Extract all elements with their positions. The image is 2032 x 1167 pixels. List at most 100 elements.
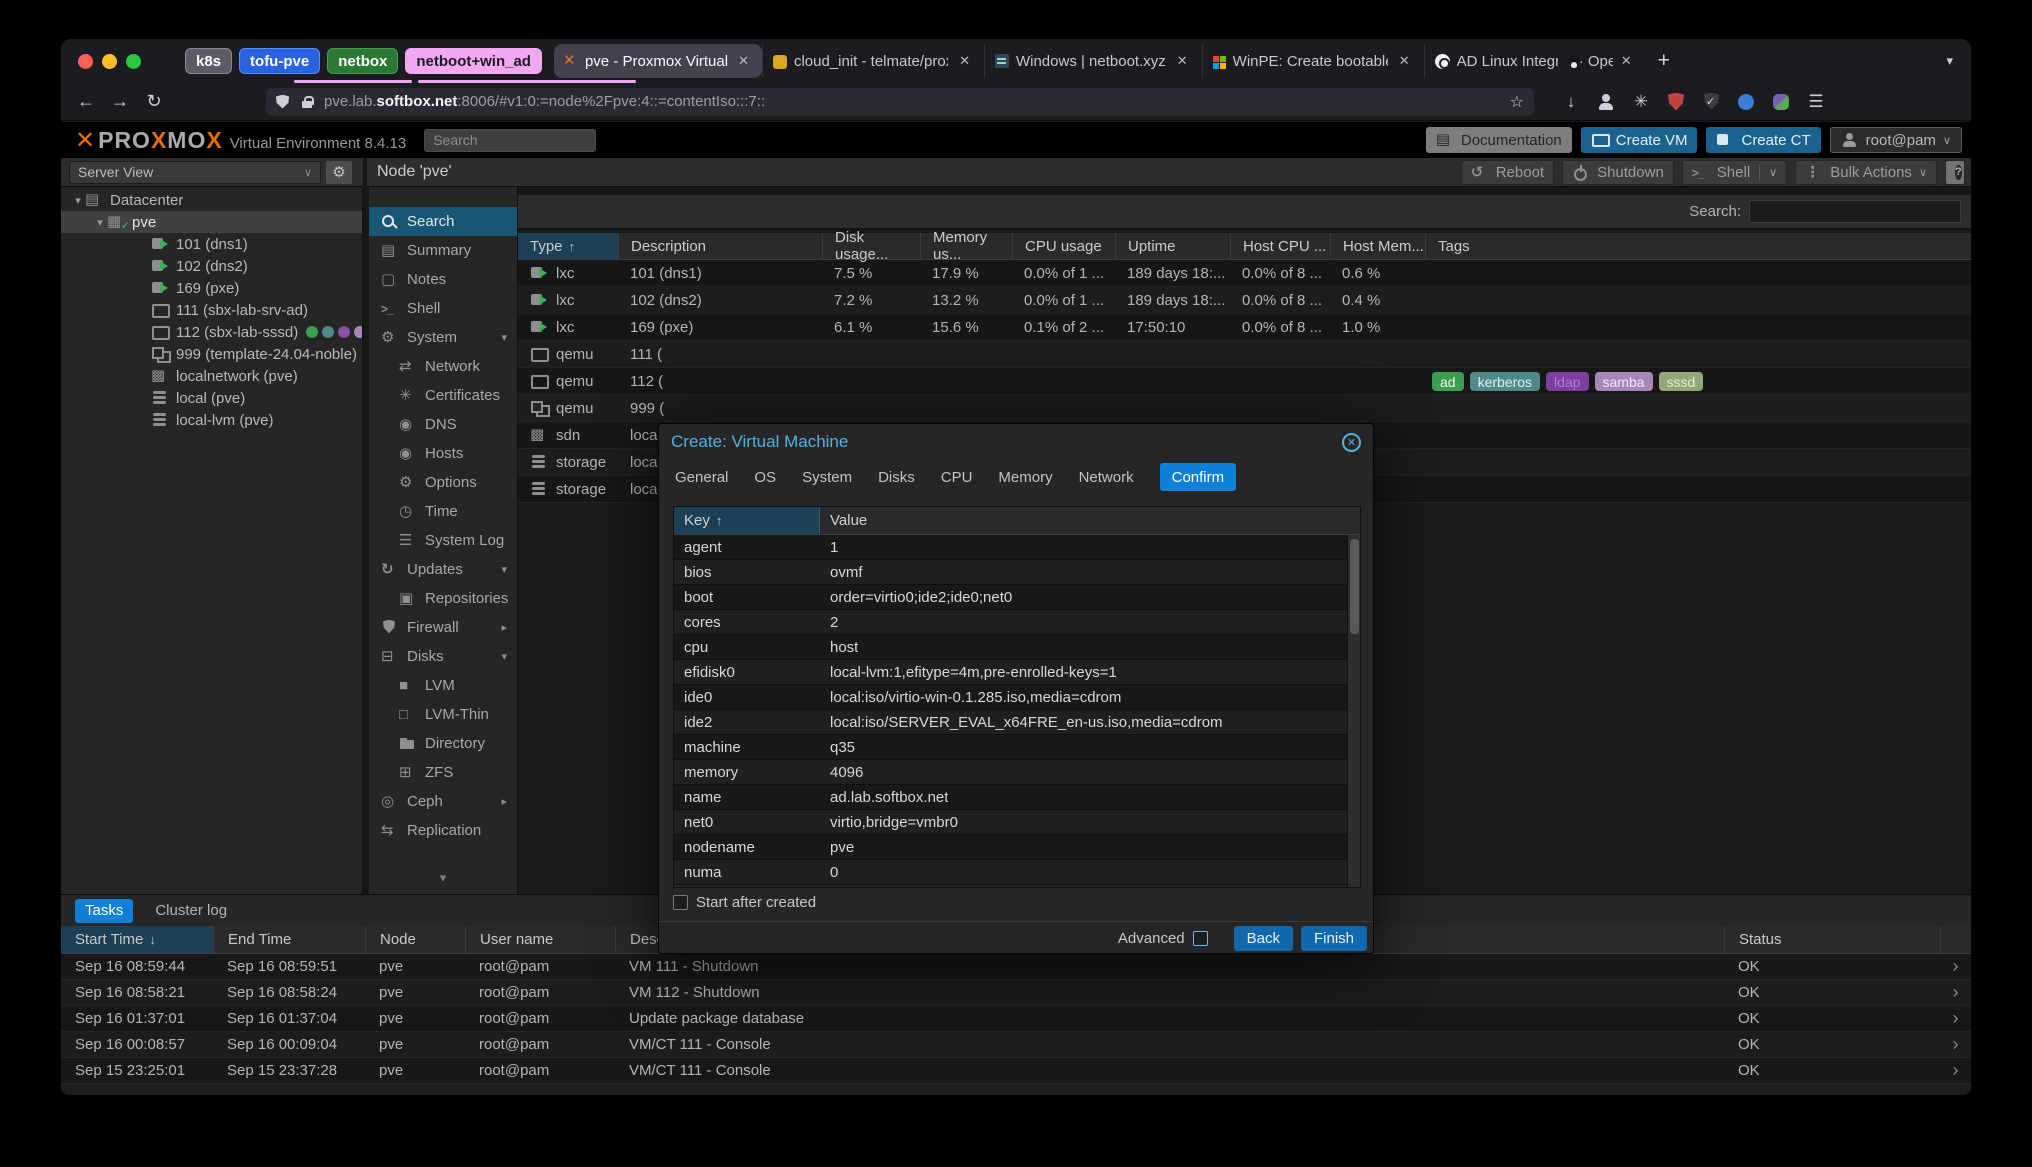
setting-row[interactable]: net0 virtio,bridge=vmbr0 [674, 810, 1348, 835]
nav-expand-icon[interactable]: ▾ [501, 563, 507, 576]
setting-row[interactable]: cpu host [674, 635, 1348, 660]
tab-group-pill[interactable]: netbox [327, 48, 398, 74]
task-expand-chevron-icon[interactable]: › [1940, 956, 1971, 977]
nav-item[interactable]: Certificates [369, 381, 517, 410]
column-header-node[interactable]: Node [365, 926, 465, 953]
nav-item[interactable]: Directory [369, 729, 517, 758]
finish-button[interactable]: Finish [1301, 926, 1367, 951]
minimize-window-button[interactable] [102, 54, 117, 69]
tree-item[interactable]: ▾ pve [61, 211, 362, 233]
task-row[interactable]: Sep 16 00:08:57 Sep 16 00:09:04 pve root… [61, 1032, 1971, 1058]
nav-item[interactable]: Updates ▾ [369, 555, 517, 584]
task-row[interactable]: Sep 16 08:59:44 Sep 16 08:59:51 pve root… [61, 954, 1971, 980]
dialog-title-bar[interactable]: Create: Virtual Machine ✕ [659, 424, 1373, 460]
nav-item[interactable]: DNS [369, 410, 517, 439]
tree-item[interactable]: 112 (sbx-lab-sssd) [61, 321, 362, 343]
close-tab-icon[interactable]: ✕ [1395, 51, 1414, 71]
nav-item[interactable]: Network [369, 352, 517, 381]
task-expand-chevron-icon[interactable]: › [1940, 982, 1971, 1003]
documentation-button[interactable]: Documentation [1426, 127, 1572, 153]
reload-icon[interactable]: ↻ [137, 91, 171, 112]
setting-row[interactable]: nodename pve [674, 835, 1348, 860]
tracking-protection-shield-icon[interactable] [276, 94, 290, 110]
column-header-host-mem[interactable]: Host Mem... [1330, 233, 1425, 259]
tab-group-pill[interactable]: tofu-pve [239, 48, 320, 74]
tab-cluster-log[interactable]: Cluster log [145, 899, 237, 923]
start-after-created-checkbox[interactable] [673, 895, 688, 910]
column-header-tags[interactable]: Tags [1425, 233, 1971, 259]
forward-icon[interactable]: → [103, 91, 137, 112]
column-header-type[interactable]: Type↑ [518, 233, 618, 259]
wizard-tab[interactable]: General [675, 463, 728, 491]
setting-row[interactable]: name ad.lab.softbox.net [674, 785, 1348, 810]
zoom-window-button[interactable] [126, 54, 141, 69]
browser-tab[interactable]: Windows | netboot.xyz ✕ [984, 44, 1202, 78]
create-ct-button[interactable]: Create CT [1706, 127, 1820, 153]
task-expand-chevron-icon[interactable]: › [1940, 1008, 1971, 1029]
column-header-user-name[interactable]: User name [465, 926, 615, 953]
wizard-tab[interactable]: Disks [878, 463, 915, 491]
setting-row[interactable]: machine q35 [674, 735, 1348, 760]
reboot-button[interactable]: Reboot [1461, 160, 1554, 185]
content-search-input[interactable] [1749, 200, 1961, 223]
nav-item[interactable]: Firewall ▸ [369, 613, 517, 642]
table-row[interactable]: qemu 999 ( [518, 395, 1971, 422]
menu-icon[interactable]: ☰ [1805, 91, 1827, 113]
tree-item[interactable]: local-lvm (pve) [61, 409, 362, 431]
ghostery-icon[interactable] [1770, 91, 1792, 113]
column-header-host-cpu[interactable]: Host CPU ... [1230, 233, 1330, 259]
browser-tab[interactable]: WinPE: Create bootable media | ✕ [1202, 44, 1424, 78]
user-menu-button[interactable]: root@pam∨ [1830, 127, 1962, 153]
global-search-input[interactable] [424, 129, 596, 152]
shutdown-button[interactable]: Shutdown [1562, 160, 1674, 185]
create-vm-button[interactable]: Create VM [1581, 127, 1698, 153]
tab-tasks[interactable]: Tasks [75, 899, 133, 923]
column-header-description[interactable]: Description [618, 233, 822, 259]
nav-item[interactable]: ZFS [369, 758, 517, 787]
tree-item[interactable]: 111 (sbx-lab-srv-ad) [61, 299, 362, 321]
chevron-down-icon[interactable]: ∨ [1769, 166, 1777, 179]
task-row[interactable]: Sep 15 23:25:01 Sep 15 23:37:28 pve root… [61, 1058, 1971, 1084]
bookmark-star-icon[interactable]: ☆ [1510, 92, 1524, 112]
nav-item[interactable]: Options [369, 468, 517, 497]
account-icon[interactable] [1595, 91, 1617, 113]
task-row[interactable]: Sep 16 01:37:01 Sep 16 01:37:04 pve root… [61, 1006, 1971, 1032]
new-tab-button[interactable]: + [1658, 49, 1670, 73]
tree-item[interactable]: 101 (dns1) [61, 233, 362, 255]
task-expand-chevron-icon[interactable]: › [1940, 1034, 1971, 1055]
nav-item[interactable]: LVM [369, 671, 517, 700]
setting-row[interactable]: ide0 local:iso/virtio-win-0.1.285.iso,me… [674, 685, 1348, 710]
active-tab[interactable]: pve - Proxmox Virtual Environme ✕ [554, 44, 762, 78]
nav-item[interactable]: Disks ▾ [369, 642, 517, 671]
nav-expand-icon[interactable]: ▾ [501, 331, 507, 344]
tab-group-pill[interactable]: k8s [185, 48, 232, 74]
column-header-disk-usage[interactable]: Disk usage... [822, 233, 920, 259]
nav-item[interactable]: LVM-Thin [369, 700, 517, 729]
close-window-button[interactable] [78, 54, 93, 69]
download-icon[interactable]: ↓ [1560, 91, 1582, 113]
list-all-tabs-icon[interactable]: ▾ [1946, 53, 1953, 69]
grid-scrollbar[interactable] [1347, 535, 1360, 887]
nav-item[interactable]: System ▾ [369, 323, 517, 352]
back-icon[interactable]: ← [69, 91, 103, 112]
advanced-checkbox[interactable] [1193, 931, 1208, 946]
nav-item[interactable]: Time [369, 497, 517, 526]
task-expand-chevron-icon[interactable]: › [1940, 1060, 1971, 1081]
setting-row[interactable]: efidisk0 local-lvm:1,efitype=4m,pre-enro… [674, 660, 1348, 685]
wizard-tab[interactable]: Confirm [1160, 463, 1237, 491]
shield-check-icon[interactable] [1700, 91, 1722, 113]
setting-row[interactable]: numa 0 [674, 860, 1348, 885]
extension-blue-icon[interactable] [1735, 91, 1757, 113]
nav-item[interactable]: Ceph ▸ [369, 787, 517, 816]
nav-item[interactable]: Summary [369, 236, 517, 265]
nav-expand-icon[interactable]: ▸ [501, 795, 507, 808]
tree-item[interactable]: ▾ Datacenter [61, 189, 362, 211]
tree-item[interactable]: 999 (template-24.04-noble) [61, 343, 362, 365]
column-header-uptime[interactable]: Uptime [1115, 233, 1230, 259]
extension-icon[interactable]: ✳ [1630, 91, 1652, 113]
scrollbar-thumb[interactable] [1350, 539, 1359, 634]
server-view-select[interactable]: Server View ∨ [69, 161, 321, 184]
task-row[interactable]: Sep 16 08:58:21 Sep 16 08:58:24 pve root… [61, 980, 1971, 1006]
help-button[interactable]: ?Help [1945, 160, 1965, 185]
column-header-memory-usage[interactable]: Memory us... [920, 233, 1012, 259]
